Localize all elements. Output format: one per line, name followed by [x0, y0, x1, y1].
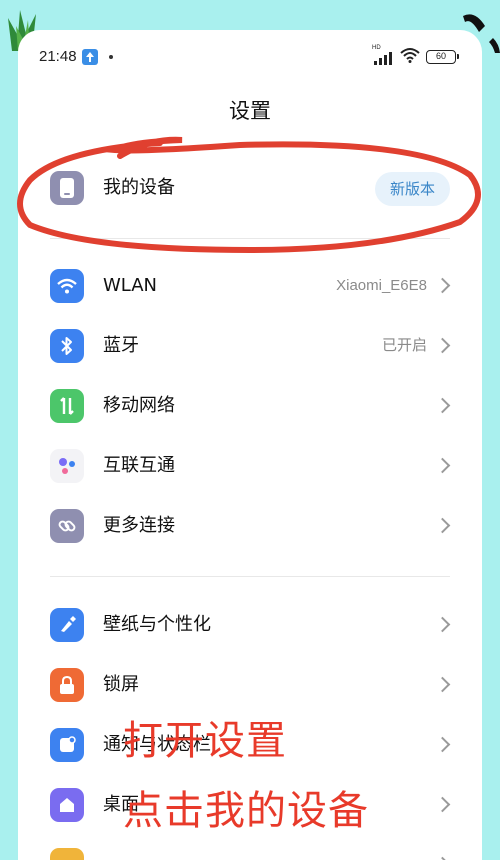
divider	[50, 238, 450, 239]
wifi-icon	[50, 269, 84, 303]
interconnect-icon	[50, 449, 84, 483]
battery-icon: 60	[426, 50, 459, 64]
settings-item-mobile-network[interactable]: 移动网络	[18, 378, 482, 434]
wlan-label: WLAN	[103, 275, 158, 296]
lock-screen-label: 锁屏	[103, 674, 139, 695]
my-device-label: 我的设备	[103, 177, 175, 198]
divider	[50, 576, 450, 577]
status-right: HD 60	[372, 45, 459, 67]
chevron-right-icon	[434, 616, 451, 633]
settings-item-bluetooth[interactable]: 蓝牙 已开启	[18, 318, 482, 374]
status-bar: 21:48 HD 60	[18, 30, 482, 80]
overlay-text-tap-device: 点击我的设备	[123, 788, 369, 834]
bluetooth-value: 已开启	[381, 337, 427, 354]
wallpaper-label: 壁纸与个性化	[103, 614, 211, 635]
chevron-right-icon	[434, 676, 451, 693]
notification-dot-icon	[109, 55, 113, 59]
settings-item-interconnect[interactable]: 互联互通	[18, 438, 482, 494]
brush-icon	[50, 608, 84, 642]
notification-icon	[50, 728, 84, 762]
wlan-value: Xiaomi_E6E8	[336, 277, 427, 294]
settings-item-more-connections[interactable]: 更多连接	[18, 498, 482, 554]
phone-icon	[50, 171, 84, 205]
interconnect-label: 互联互通	[103, 455, 175, 476]
chevron-right-icon	[434, 277, 451, 294]
status-time: 21:48	[39, 48, 77, 65]
chevron-right-icon	[434, 337, 451, 354]
settings-item-wallpaper[interactable]: 壁纸与个性化	[18, 597, 482, 653]
bluetooth-icon	[50, 329, 84, 363]
partial-icon	[50, 848, 84, 860]
chevron-right-icon	[434, 517, 451, 534]
page-title: 设置	[229, 99, 271, 123]
chevron-right-icon	[434, 397, 451, 414]
lock-icon	[50, 668, 84, 702]
home-icon	[50, 788, 84, 822]
my-device-row[interactable]: 我的设备 新版本	[18, 160, 482, 216]
overlay-text-open-settings: 打开设置	[123, 718, 287, 764]
settings-item-wlan[interactable]: WLAN Xiaomi_E6E8	[18, 258, 482, 314]
signal-icon: HD	[372, 45, 394, 66]
settings-item-partial[interactable]	[18, 837, 482, 860]
settings-item-lock-screen[interactable]: 锁屏	[18, 657, 482, 713]
link-icon	[50, 509, 84, 543]
mobile-network-icon	[50, 389, 84, 423]
wifi-status-icon	[400, 47, 420, 67]
new-version-badge[interactable]: 新版本	[374, 172, 450, 206]
mobile-network-label: 移动网络	[103, 395, 175, 416]
chevron-right-icon	[434, 736, 451, 753]
bluetooth-label: 蓝牙	[103, 335, 139, 356]
chevron-right-icon	[434, 457, 451, 474]
more-connections-label: 更多连接	[103, 515, 175, 536]
upload-arrow-icon	[82, 49, 98, 65]
chevron-right-icon	[434, 796, 451, 813]
